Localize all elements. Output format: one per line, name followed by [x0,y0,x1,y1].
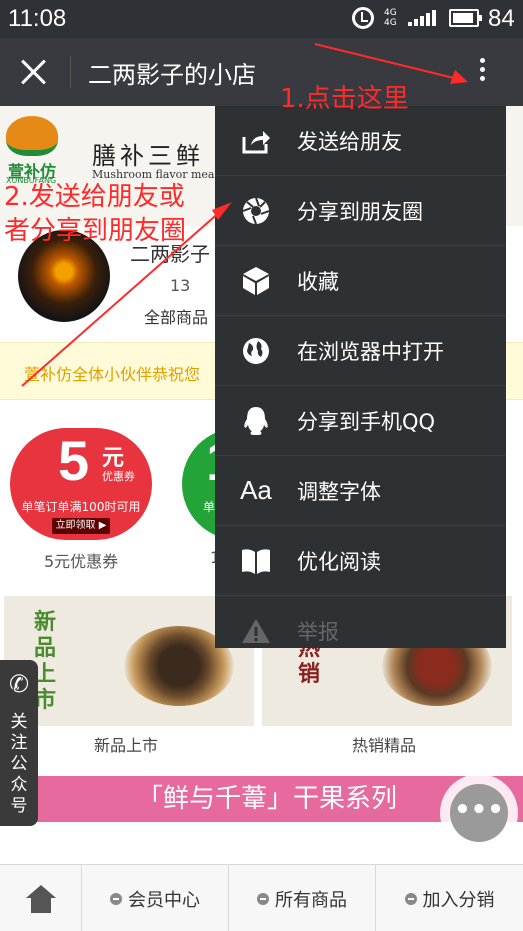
share-icon [215,127,297,155]
follow-text: 关注公众号 [10,712,28,816]
coupon-claim-button[interactable]: 立即领取 ▶ [52,518,110,534]
menu-item-report[interactable]: 举报 [215,596,506,648]
menu-dot-icon [404,892,417,905]
annotation-step1: 1.点击这里 [280,84,409,114]
home-button[interactable] [0,865,82,931]
alarm-icon [352,7,374,29]
tile-label: 热销精品 [352,736,417,755]
battery-icon [449,9,482,27]
phone-icon: ✆ [8,670,30,698]
tile-label: 新品上市 [94,736,159,755]
notice-text: 萱补仿全体小伙伴恭祝您 [24,365,201,384]
coupon-label: 5元优惠券 [44,552,119,571]
coupon-rule: 单笔订单满100时可用 [21,500,141,514]
menu-item-optimize-reading[interactable]: 优化阅读 [215,526,506,596]
globe-icon [215,336,297,366]
page-title: 二两影子的小店 [88,61,256,89]
nav-all-products[interactable]: 所有商品 [229,865,376,931]
menu-label: 优化阅读 [297,549,381,574]
product-count: 13 [170,276,191,295]
menu-label: 举报 [297,620,339,644]
network-indicator: 4G 4G [384,8,397,28]
menu-label: 收藏 [297,269,339,294]
menu-label: 分享到手机QQ [297,409,436,434]
battery-level: 84 [488,5,515,32]
menu-item-share-qq[interactable]: 分享到手机QQ [215,386,506,456]
signal-icon [408,10,436,26]
share-menu: 发送给朋友 分享到朋友圈 收藏 在浏览器中打开 分享到手机QQ Aa 调整字体 … [215,106,506,648]
status-bar: 11:08 4G 4G 84 [0,0,523,38]
menu-dot-icon [110,892,122,905]
all-products-link[interactable]: 全部商品 [144,304,208,328]
ellipsis-icon: ••• [450,784,508,842]
book-icon [215,547,297,575]
status-time: 11:08 [8,5,67,32]
favorite-cube-icon [215,266,297,296]
nav-member-center[interactable]: 会员中心 [82,865,229,931]
menu-item-send-to-friend[interactable]: 发送给朋友 [215,106,506,176]
coupon-5-yuan[interactable]: 5 元 优惠券 单笔订单满100时可用 立即领取 ▶ [10,428,152,540]
brand-name: 膳补三鲜 [92,142,204,170]
font-icon: Aa [240,475,272,505]
coupon-amount: 5 [58,429,90,492]
menu-label: 在浏览器中打开 [297,339,444,364]
home-icon [25,884,56,913]
annotation-step2-line2: 者分享到朋友圈 [4,216,187,246]
warning-icon [215,618,297,644]
menu-label: 发送给朋友 [297,129,402,154]
menu-label: 分享到朋友圈 [297,199,423,224]
close-icon[interactable] [20,58,48,86]
nav-label: 加入分销 [422,889,495,911]
brand-logo-icon [6,116,58,156]
qq-icon [215,405,297,437]
coupon-type: 优惠券 [102,470,135,483]
more-menu-icon[interactable] [470,54,494,90]
menu-item-open-in-browser[interactable]: 在浏览器中打开 [215,316,506,386]
nav-join-distribution[interactable]: 加入分销 [376,865,523,931]
annotation-step2-line1: 2.发送给朋友或 [4,182,185,212]
menu-label: 调整字体 [297,479,381,504]
title-divider [70,56,71,88]
follow-account-widget[interactable]: ✆ 关注公众号 [0,660,38,826]
title-bar: 二两影子的小店 [0,38,523,106]
menu-dot-icon [257,892,269,905]
nav-label: 所有商品 [275,889,347,911]
moments-icon [215,196,297,226]
nav-label: 会员中心 [128,889,200,911]
chat-button[interactable]: ••• [440,774,518,852]
bottom-nav: 会员中心 所有商品 加入分销 [0,864,523,931]
menu-item-share-moments[interactable]: 分享到朋友圈 [215,176,506,246]
menu-item-adjust-font[interactable]: Aa 调整字体 [215,456,506,526]
menu-item-favorite[interactable]: 收藏 [215,246,506,316]
